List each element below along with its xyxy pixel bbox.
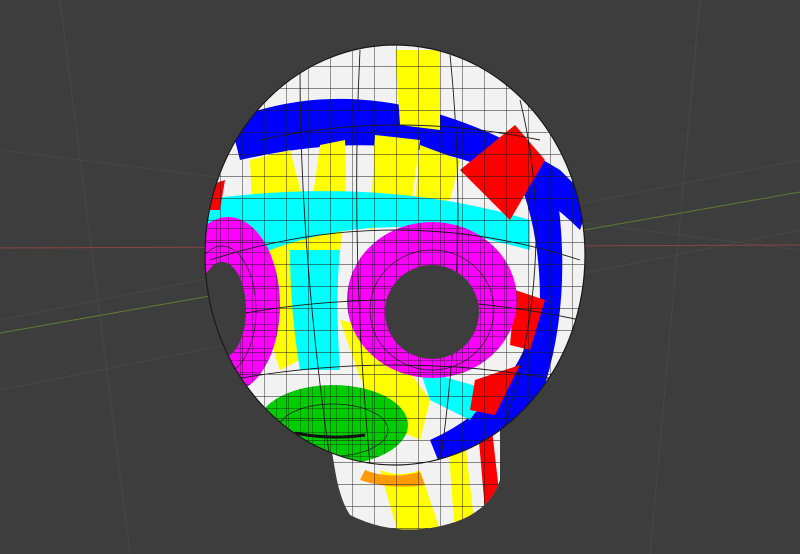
- right-eye-hole: [385, 265, 479, 359]
- head-mesh[interactable]: [176, 30, 600, 480]
- viewport-canvas[interactable]: [0, 0, 800, 554]
- 3d-viewport[interactable]: [0, 0, 800, 554]
- left-eye-hole: [205, 262, 246, 358]
